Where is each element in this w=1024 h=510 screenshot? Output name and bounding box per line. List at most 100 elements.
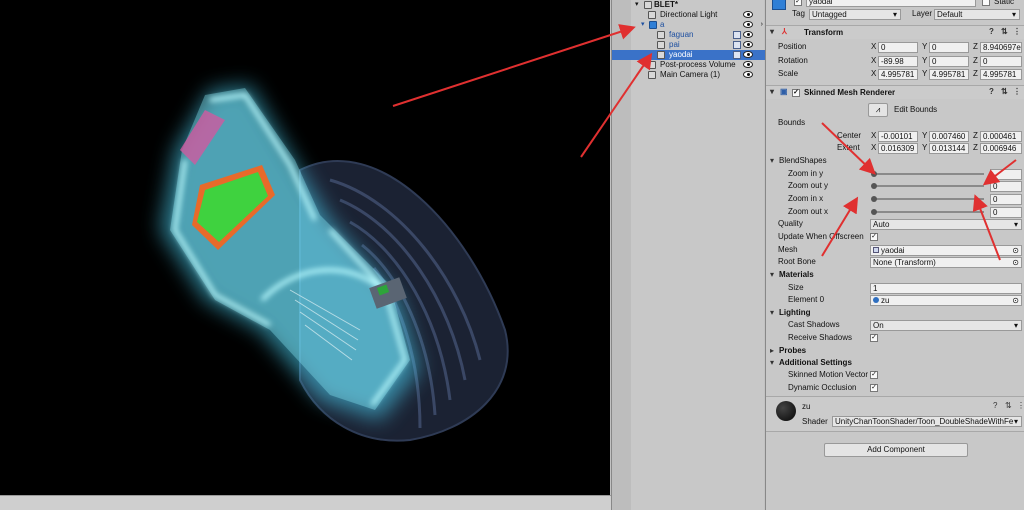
hierarchy-item-pai[interactable]: pai <box>612 40 765 50</box>
chevron-right-icon[interactable]: › <box>761 20 763 30</box>
probes-foldout[interactable]: ▸ Probes <box>766 345 1024 357</box>
scale-z-field[interactable]: 4.995781 <box>980 69 1022 80</box>
skinned-mesh-renderer-header[interactable]: ▾ ▣ ✓ Skinned Mesh Renderer ? ⇅ ⋮ <box>766 85 1024 99</box>
mesh-asset-icon <box>873 247 879 253</box>
materials-foldout[interactable]: ▾ Materials <box>766 269 1024 281</box>
blendshape-slider-knob[interactable] <box>871 196 877 202</box>
cast-shadows-dropdown[interactable]: On ▾ <box>870 320 1022 331</box>
blendshape-value-field[interactable]: 0 <box>990 181 1022 192</box>
extent-y-field[interactable]: 0.013144 <box>929 143 969 154</box>
layer-dropdown[interactable]: Default ▾ <box>934 9 1020 20</box>
foldout-triangle-icon[interactable]: ▾ <box>770 309 778 317</box>
hierarchy-item-main-camera[interactable]: Main Camera (1) <box>612 70 765 80</box>
element0-object-field[interactable]: zu ⊙ <box>870 295 1022 306</box>
visibility-eye-icon[interactable] <box>743 21 753 28</box>
blendshape-slider-knob[interactable] <box>871 171 877 177</box>
collapse-triangle-icon[interactable]: ▾ <box>641 20 645 30</box>
additional-settings-foldout[interactable]: ▾ Additional Settings <box>766 357 1024 369</box>
foldout-triangle-icon[interactable]: ▾ <box>770 271 778 279</box>
hierarchy-item-label: yaodai <box>669 50 693 59</box>
active-checkbox[interactable]: ✓ <box>794 0 802 6</box>
blendshape-value-field[interactable]: 0 <box>990 207 1022 218</box>
blendshape-slider-track[interactable] <box>874 211 984 213</box>
preset-icon[interactable]: ⇅ <box>1001 88 1009 96</box>
gameobject-icon <box>648 61 656 69</box>
skinned-motion-vector-checkbox[interactable]: ✓ <box>870 371 878 379</box>
blendshape-slider-knob[interactable] <box>871 183 877 189</box>
position-y-field[interactable]: 0 <box>929 42 969 53</box>
help-icon[interactable]: ? <box>993 402 1001 410</box>
lighting-foldout[interactable]: ▾ Lighting <box>766 307 1024 319</box>
visibility-eye-icon[interactable] <box>743 51 753 58</box>
edit-bounds-button[interactable]: ⩘ <box>868 103 888 117</box>
collapse-triangle-icon[interactable]: ▾ <box>635 0 639 10</box>
object-picker-icon[interactable]: ⊙ <box>1012 296 1019 305</box>
hierarchy-item-post-process-volume[interactable]: Post-process Volume <box>612 60 765 70</box>
center-x-field[interactable]: -0.00101 <box>878 131 918 142</box>
center-y-field[interactable]: 0.007460 <box>929 131 969 142</box>
center-z-field[interactable]: 0.000461 <box>980 131 1022 142</box>
component-enabled-checkbox[interactable]: ✓ <box>792 89 800 97</box>
scene-view[interactable] <box>0 0 610 495</box>
object-picker-icon[interactable]: ⊙ <box>1012 258 1019 267</box>
mesh-object-field[interactable]: yaodai ⊙ <box>870 245 1022 256</box>
dynamic-occlusion-checkbox[interactable]: ✓ <box>870 384 878 392</box>
more-options-icon[interactable]: ⋮ <box>1017 402 1024 410</box>
hierarchy-scene-root[interactable]: ▾ BLET* <box>612 0 765 10</box>
blendshape-slider-knob[interactable] <box>871 209 877 215</box>
blendshapes-label: BlendShapes <box>779 156 827 165</box>
hierarchy-item-a[interactable]: ▾ a › <box>612 20 765 30</box>
foldout-triangle-icon[interactable]: ▾ <box>770 157 778 165</box>
help-icon[interactable]: ? <box>989 88 997 96</box>
visibility-eye-icon[interactable] <box>743 71 753 78</box>
more-options-icon[interactable]: ⋮ <box>1013 28 1021 36</box>
static-checkbox[interactable] <box>982 0 990 6</box>
materials-size-field[interactable]: 1 <box>870 283 1022 294</box>
object-name-field[interactable]: yaodai <box>806 0 976 7</box>
add-component-button[interactable]: Add Component <box>824 443 968 457</box>
update-offscreen-checkbox[interactable]: ✓ <box>870 233 878 241</box>
visibility-eye-icon[interactable] <box>743 11 753 18</box>
hierarchy-item-directional-light[interactable]: Directional Light <box>612 10 765 20</box>
scale-x-field[interactable]: 4.995781 <box>878 69 918 80</box>
help-icon[interactable]: ? <box>989 28 997 36</box>
position-x-field[interactable]: 0 <box>878 42 918 53</box>
visibility-eye-icon[interactable] <box>743 41 753 48</box>
object-picker-icon[interactable]: ⊙ <box>1012 246 1019 255</box>
rotation-y-field[interactable]: 0 <box>929 56 969 67</box>
mesh-row: Mesh yaodai ⊙ <box>766 244 1024 256</box>
hierarchy-item-faguan[interactable]: faguan <box>612 30 765 40</box>
rotation-x-field[interactable]: -89.98 <box>878 56 918 67</box>
rotation-z-field[interactable]: 0 <box>980 56 1022 67</box>
extent-x-field[interactable]: 0.016309 <box>878 143 918 154</box>
scale-y-field[interactable]: 4.995781 <box>929 69 969 80</box>
blendshape-slider-track[interactable] <box>874 185 984 187</box>
blendshape-value-field[interactable] <box>990 169 1022 180</box>
foldout-triangle-icon[interactable]: ▾ <box>770 28 778 36</box>
blendshapes-foldout[interactable]: ▾ BlendShapes <box>766 155 1024 167</box>
receive-shadows-checkbox[interactable]: ✓ <box>870 334 878 342</box>
more-options-icon[interactable]: ⋮ <box>1013 88 1021 96</box>
transform-header[interactable]: ▾ ⅄ Transform ? ⇅ ⋮ <box>766 25 1024 39</box>
root-bone-object-field[interactable]: None (Transform) ⊙ <box>870 257 1022 268</box>
preset-icon[interactable]: ⇅ <box>1005 402 1013 410</box>
blendshape-slider-track[interactable] <box>874 198 984 200</box>
tag-dropdown[interactable]: Untagged ▾ <box>809 9 901 20</box>
preset-icon[interactable]: ⇅ <box>1001 28 1009 36</box>
foldout-triangle-icon[interactable]: ▾ <box>770 359 778 367</box>
blendshape-value-field[interactable]: 0 <box>990 194 1022 205</box>
size-label: Size <box>788 283 804 292</box>
foldout-triangle-icon[interactable]: ▾ <box>770 88 778 96</box>
blendshape-row: Zoom in x 0 <box>766 193 1024 205</box>
root-bone-value: None (Transform) <box>873 258 936 267</box>
foldout-triangle-right-icon[interactable]: ▸ <box>770 347 778 355</box>
extent-z-field[interactable]: 0.006946 <box>980 143 1022 154</box>
visibility-eye-icon[interactable] <box>743 31 753 38</box>
blendshape-slider-track[interactable] <box>874 173 984 175</box>
quality-label: Quality <box>778 219 803 228</box>
visibility-eye-icon[interactable] <box>743 61 753 68</box>
hierarchy-item-yaodai[interactable]: yaodai <box>612 50 765 60</box>
quality-dropdown[interactable]: Auto ▾ <box>870 219 1022 230</box>
position-z-field[interactable]: 8.940697e <box>980 42 1022 53</box>
shader-dropdown[interactable]: UnityChanToonShader/Toon_DoubleShadeWith… <box>832 416 1022 427</box>
